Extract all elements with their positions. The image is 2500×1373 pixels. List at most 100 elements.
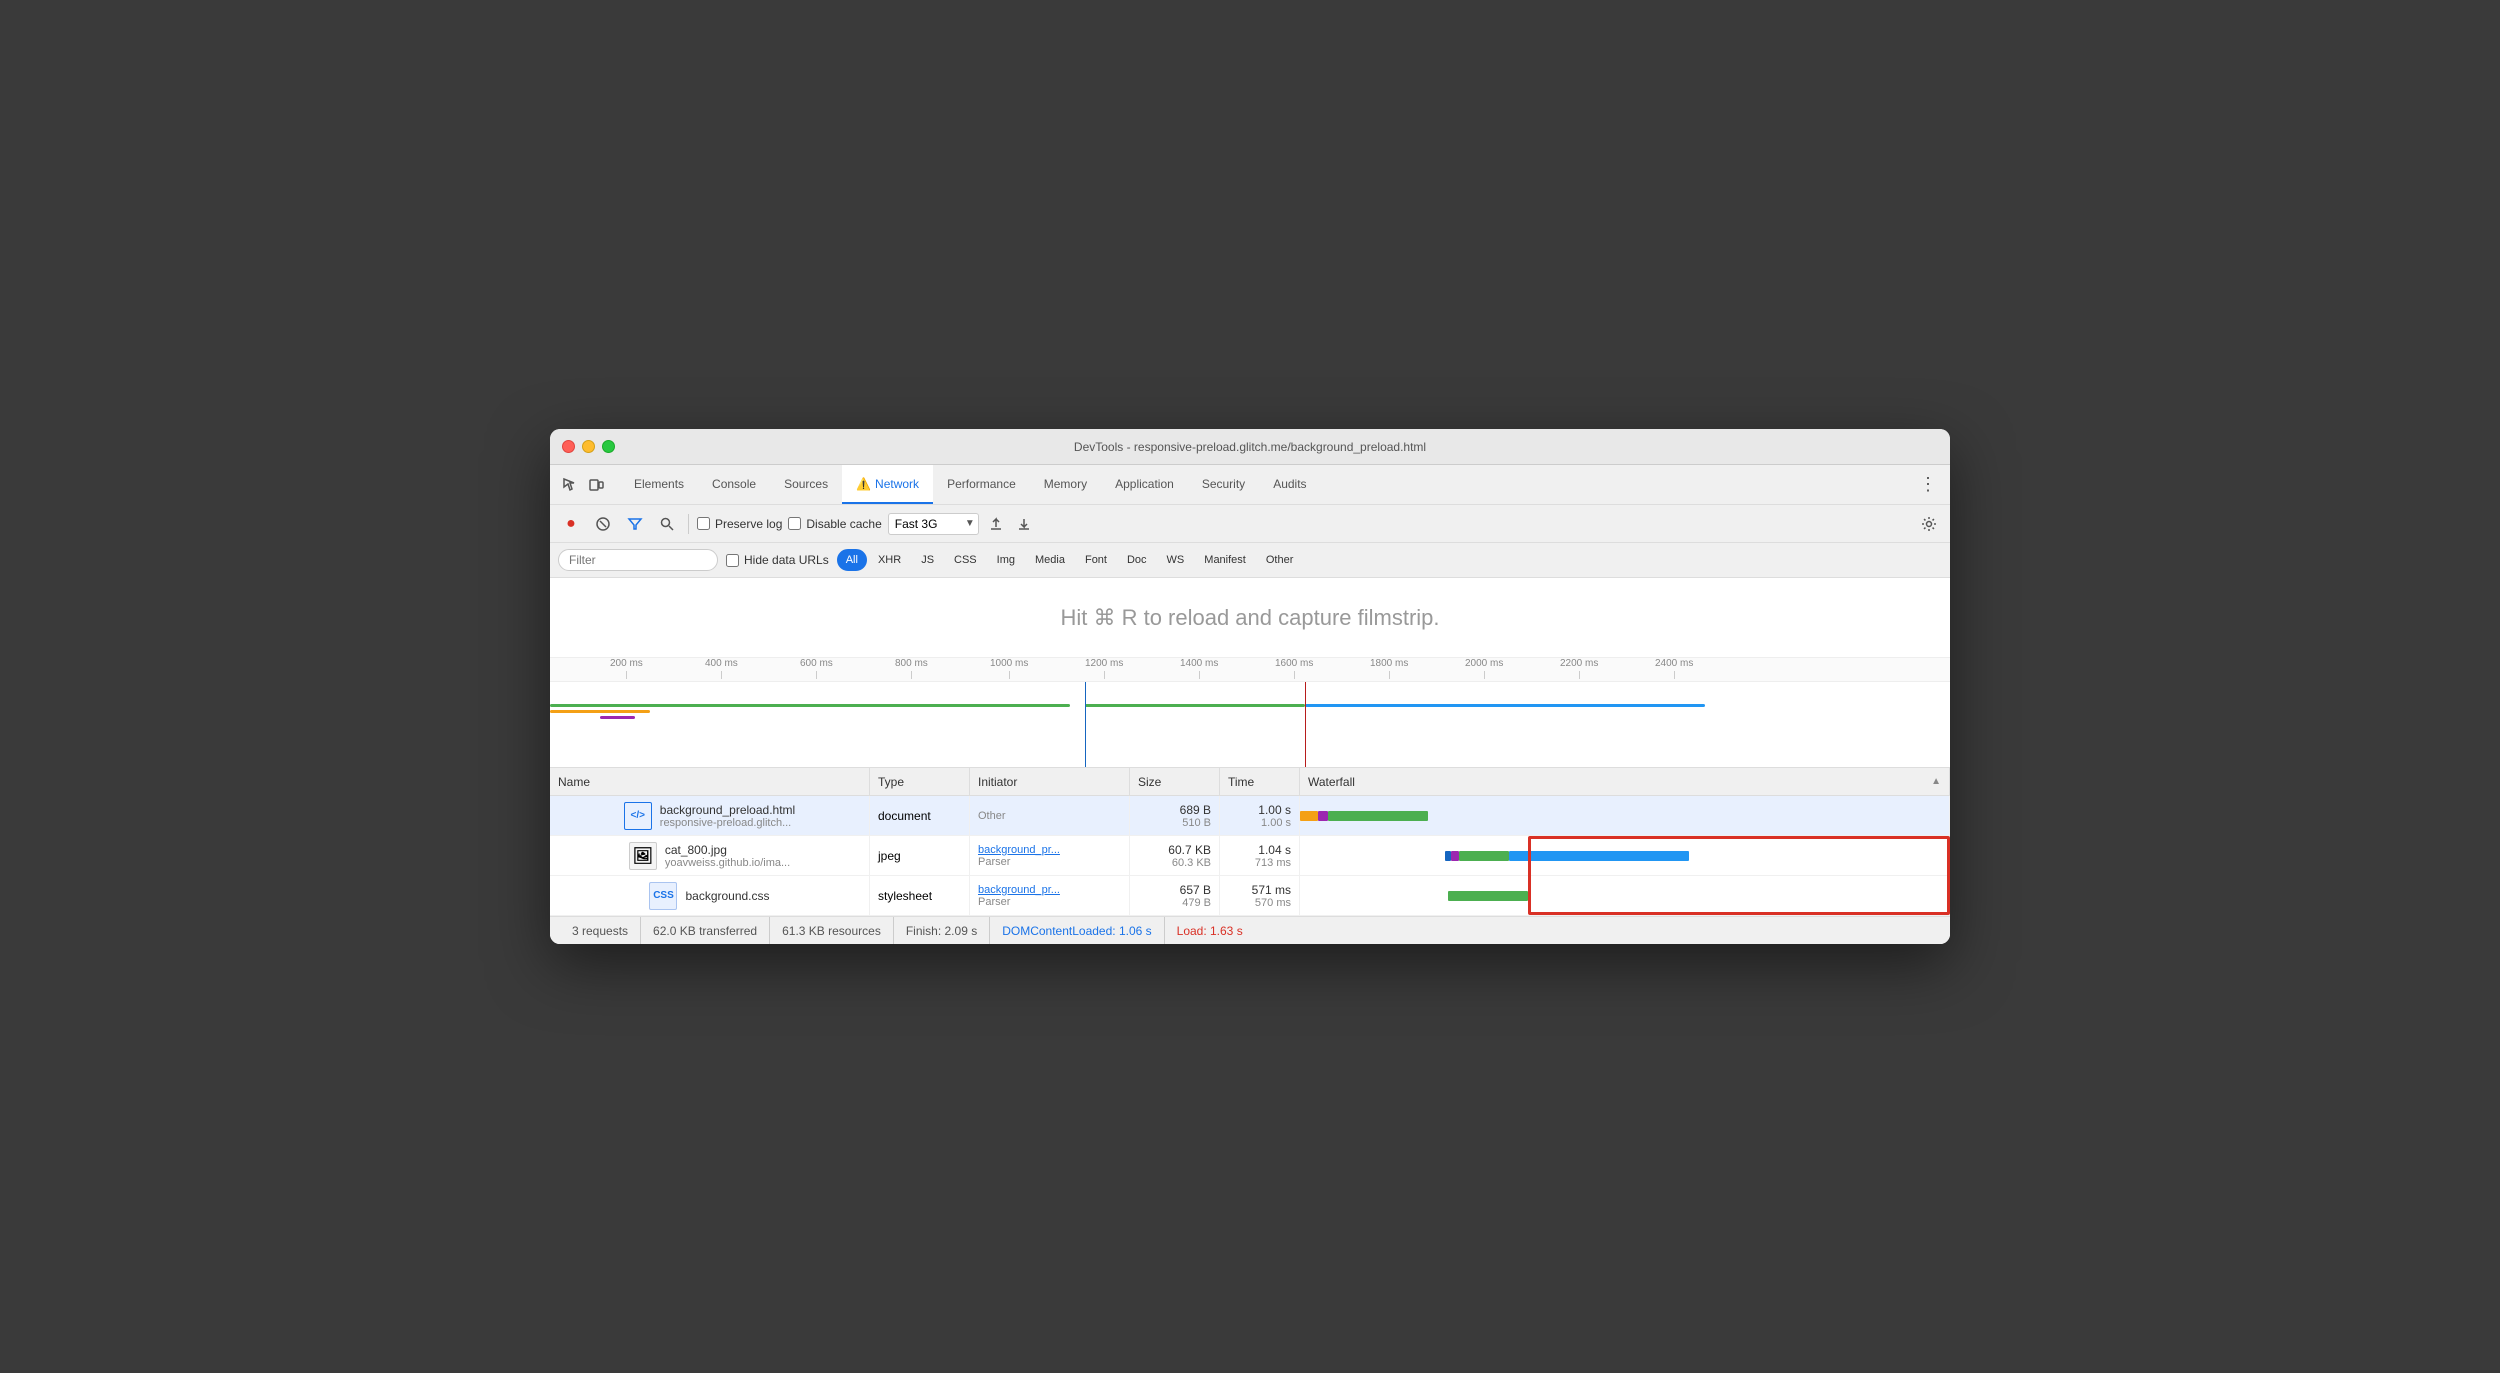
tab-elements[interactable]: Elements	[620, 465, 698, 504]
table-header: Name Type Initiator Size Time Waterfall …	[550, 768, 1950, 796]
wf-bar-green-1	[1328, 811, 1428, 821]
tab-console[interactable]: Console	[698, 465, 770, 504]
filmstrip-area: Hit ⌘ R to reload and capture filmstrip.	[550, 578, 1950, 658]
ruler-mark-2000: 2000 ms	[1465, 658, 1503, 679]
timeline-area: 200 ms 400 ms 600 ms 800 ms 1000 ms	[550, 658, 1950, 768]
td-initiator-2: background_pr... Parser	[970, 836, 1130, 875]
td-time-1: 1.00 s 1.00 s	[1220, 796, 1300, 835]
status-bar: 3 requests 62.0 KB transferred 61.3 KB r…	[550, 916, 1950, 944]
filter-img[interactable]: Img	[988, 549, 1024, 571]
filmstrip-hint: Hit ⌘ R to reload and capture filmstrip.	[1060, 605, 1439, 631]
tab-memory[interactable]: Memory	[1030, 465, 1101, 504]
filter-button[interactable]	[622, 511, 648, 537]
sort-icon: ▲	[1931, 776, 1941, 787]
filter-js[interactable]: JS	[912, 549, 943, 571]
ruler-mark-2400: 2400 ms	[1655, 658, 1693, 679]
status-requests: 3 requests	[560, 917, 641, 944]
filter-ws[interactable]: WS	[1158, 549, 1194, 571]
filter-css[interactable]: CSS	[945, 549, 986, 571]
file-name-1: background_preload.html responsive-prelo…	[660, 803, 795, 829]
network-table: Name Type Initiator Size Time Waterfall …	[550, 768, 1950, 916]
filter-xhr[interactable]: XHR	[869, 549, 910, 571]
filter-manifest[interactable]: Manifest	[1195, 549, 1255, 571]
disable-cache-checkbox[interactable]	[788, 517, 801, 530]
filter-other[interactable]: Other	[1257, 549, 1303, 571]
track-blue	[1305, 704, 1705, 707]
close-button[interactable]	[562, 440, 575, 453]
preserve-log-label[interactable]: Preserve log	[697, 517, 782, 531]
network-warning-icon: ⚠️	[856, 477, 871, 491]
download-button[interactable]	[1013, 513, 1035, 535]
maximize-button[interactable]	[602, 440, 615, 453]
ruler-mark-2200: 2200 ms	[1560, 658, 1598, 679]
clear-button[interactable]	[590, 511, 616, 537]
ruler-mark-1000: 1000 ms	[990, 658, 1028, 679]
track-orange	[550, 710, 650, 713]
ruler-mark-1200: 1200 ms	[1085, 658, 1123, 679]
timeline-ruler: 200 ms 400 ms 600 ms 800 ms 1000 ms	[550, 658, 1950, 682]
track-green-post	[1085, 704, 1305, 707]
minimize-button[interactable]	[582, 440, 595, 453]
track-purple	[600, 716, 635, 719]
hide-data-urls-label[interactable]: Hide data URLs	[726, 553, 829, 567]
filter-all[interactable]: All	[837, 549, 867, 571]
status-transferred: 62.0 KB transferred	[641, 917, 770, 944]
table-row[interactable]: CSS background.css stylesheet background…	[550, 876, 1950, 916]
throttle-select[interactable]: Fast 3G No throttling Slow 3G Offline	[888, 513, 979, 535]
disable-cache-label[interactable]: Disable cache	[788, 517, 881, 531]
filter-input[interactable]	[558, 549, 718, 571]
timeline-tracks	[550, 682, 1950, 768]
th-waterfall[interactable]: Waterfall ▲	[1300, 768, 1950, 795]
vline-blue	[1085, 682, 1086, 768]
device-toolbar-icon[interactable]	[584, 473, 608, 497]
th-initiator[interactable]: Initiator	[970, 768, 1130, 795]
tab-audits[interactable]: Audits	[1259, 465, 1320, 504]
file-icon-html: </>	[624, 802, 652, 830]
th-size[interactable]: Size	[1130, 768, 1220, 795]
td-size-3: 657 B 479 B	[1130, 876, 1220, 915]
upload-button[interactable]	[985, 513, 1007, 535]
settings-button[interactable]	[1916, 511, 1942, 537]
record-button[interactable]: ●	[558, 511, 584, 537]
td-type-3: stylesheet	[870, 876, 970, 915]
td-waterfall-1	[1300, 796, 1950, 835]
ruler-mark-600: 600 ms	[800, 658, 833, 679]
tab-application[interactable]: Application	[1101, 465, 1188, 504]
file-name-2: cat_800.jpg yoavweiss.github.io/ima...	[665, 843, 790, 869]
status-resources: 61.3 KB resources	[770, 917, 894, 944]
filter-font[interactable]: Font	[1076, 549, 1116, 571]
table-row[interactable]: 🖼 cat_800.jpg yoavweiss.github.io/ima...…	[550, 836, 1950, 876]
wf-bar-orange-1	[1300, 811, 1318, 821]
ruler-mark-1400: 1400 ms	[1180, 658, 1218, 679]
search-button[interactable]	[654, 511, 680, 537]
tab-sources[interactable]: Sources	[770, 465, 842, 504]
tab-security[interactable]: Security	[1188, 465, 1259, 504]
wf-bar-green-3	[1448, 891, 1528, 901]
tab-performance[interactable]: Performance	[933, 465, 1030, 504]
window-title: DevTools - responsive-preload.glitch.me/…	[1074, 440, 1426, 454]
track-green-main	[550, 704, 1070, 707]
ruler-mark-800: 800 ms	[895, 658, 928, 679]
th-type[interactable]: Type	[870, 768, 970, 795]
element-picker-icon[interactable]	[558, 473, 582, 497]
filter-media[interactable]: Media	[1026, 549, 1074, 571]
titlebar: DevTools - responsive-preload.glitch.me/…	[550, 429, 1950, 465]
ruler-mark-1800: 1800 ms	[1370, 658, 1408, 679]
th-name[interactable]: Name	[550, 768, 870, 795]
vline-red	[1305, 682, 1306, 768]
traffic-lights	[562, 440, 615, 453]
file-icon-jpg: 🖼	[629, 842, 657, 870]
file-icon-css: CSS	[649, 882, 677, 910]
devtools-body: Elements Console Sources ⚠️ Network Perf…	[550, 465, 1950, 944]
filter-doc[interactable]: Doc	[1118, 549, 1156, 571]
tab-network[interactable]: ⚠️ Network	[842, 465, 933, 504]
th-time[interactable]: Time	[1220, 768, 1300, 795]
preserve-log-checkbox[interactable]	[697, 517, 710, 530]
td-waterfall-2	[1300, 836, 1950, 875]
devtools-window: DevTools - responsive-preload.glitch.me/…	[550, 429, 1950, 944]
toolbar-sep-1	[688, 514, 689, 534]
more-tabs-button[interactable]: ⋮	[1914, 471, 1942, 499]
hide-data-urls-checkbox[interactable]	[726, 554, 739, 567]
td-name-3: CSS background.css	[550, 876, 870, 915]
table-row[interactable]: </> background_preload.html responsive-p…	[550, 796, 1950, 836]
